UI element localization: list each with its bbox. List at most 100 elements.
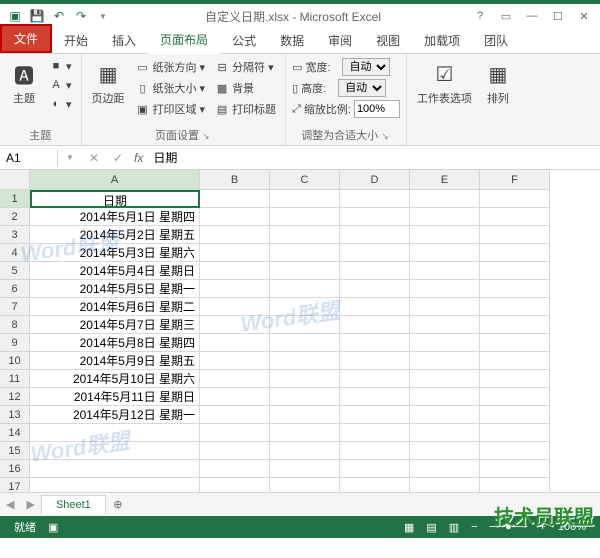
cell[interactable] [410, 298, 480, 316]
ribbon-options-icon[interactable]: ▭ [494, 6, 518, 26]
scale-launcher-icon[interactable]: ↘ [381, 131, 391, 141]
row-header[interactable]: 5 [0, 262, 30, 280]
scale-input[interactable] [354, 100, 400, 118]
macro-record-icon[interactable]: ▣ [42, 521, 64, 534]
row-header[interactable]: 6 [0, 280, 30, 298]
cell[interactable] [340, 406, 410, 424]
print-area-button[interactable]: ▣打印区域 ▾ [133, 100, 209, 118]
cell[interactable] [270, 280, 340, 298]
cell[interactable] [410, 442, 480, 460]
tab-formulas[interactable]: 公式 [220, 28, 268, 53]
row-header[interactable]: 2 [0, 208, 30, 226]
cell[interactable]: 2014年5月10日 星期六 [30, 370, 200, 388]
cell[interactable] [410, 244, 480, 262]
formula-input[interactable]: 日期 [147, 147, 600, 168]
cell[interactable]: 2014年5月2日 星期五 [30, 226, 200, 244]
maximize-icon[interactable]: ☐ [546, 6, 570, 26]
print-titles-button[interactable]: ▤打印标题 [212, 100, 279, 118]
qat-dropdown-icon[interactable]: ▼ [94, 7, 112, 25]
sheet-nav-next-icon[interactable]: ▶ [20, 498, 40, 511]
minimize-icon[interactable]: — [520, 6, 544, 26]
cell[interactable] [480, 460, 550, 478]
cell[interactable] [30, 424, 200, 442]
view-layout-icon[interactable]: ▤ [420, 521, 442, 534]
cell[interactable] [200, 280, 270, 298]
row-header[interactable]: 8 [0, 316, 30, 334]
tab-addins[interactable]: 加载项 [412, 28, 472, 53]
cell[interactable]: 2014年5月6日 星期二 [30, 298, 200, 316]
cell[interactable] [410, 388, 480, 406]
cell[interactable] [270, 208, 340, 226]
cell[interactable] [480, 262, 550, 280]
tab-file[interactable]: 文件 [0, 24, 52, 53]
cell[interactable] [270, 406, 340, 424]
cell[interactable]: 2014年5月11日 星期日 [30, 388, 200, 406]
cell[interactable] [270, 298, 340, 316]
cell[interactable] [200, 298, 270, 316]
row-header[interactable]: 3 [0, 226, 30, 244]
cell[interactable] [480, 280, 550, 298]
cell[interactable] [200, 406, 270, 424]
cell[interactable] [340, 388, 410, 406]
cell[interactable] [200, 424, 270, 442]
tab-home[interactable]: 开始 [52, 28, 100, 53]
cell[interactable] [200, 334, 270, 352]
view-pagebreak-icon[interactable]: ▥ [443, 521, 465, 534]
cell[interactable] [480, 244, 550, 262]
cell[interactable] [340, 244, 410, 262]
cell[interactable]: 2014年5月3日 星期六 [30, 244, 200, 262]
cell[interactable] [410, 316, 480, 334]
cell[interactable] [270, 370, 340, 388]
save-icon[interactable]: 💾 [28, 7, 46, 25]
cell[interactable] [270, 352, 340, 370]
enter-icon[interactable]: ✓ [106, 151, 130, 165]
cell[interactable] [30, 478, 200, 492]
cell[interactable] [340, 316, 410, 334]
cell[interactable] [410, 370, 480, 388]
breaks-button[interactable]: ⊟分隔符 ▾ [212, 58, 279, 76]
cell[interactable] [340, 478, 410, 492]
tab-data[interactable]: 数据 [268, 28, 316, 53]
cell[interactable] [480, 388, 550, 406]
cell[interactable] [30, 460, 200, 478]
cell[interactable] [340, 208, 410, 226]
column-header[interactable]: D [340, 170, 410, 190]
cell[interactable] [200, 208, 270, 226]
cell[interactable] [480, 190, 550, 208]
cell[interactable] [270, 244, 340, 262]
cell[interactable] [410, 190, 480, 208]
cell[interactable] [340, 442, 410, 460]
cell[interactable] [270, 388, 340, 406]
row-header[interactable]: 11 [0, 370, 30, 388]
spreadsheet-grid[interactable]: ABCDEF1日期22014年5月1日 星期四32014年5月2日 星期五420… [0, 170, 600, 492]
cell[interactable] [410, 460, 480, 478]
row-header[interactable]: 1 [0, 190, 30, 208]
cell[interactable] [270, 190, 340, 208]
undo-icon[interactable]: ↶ [50, 7, 68, 25]
cell[interactable] [340, 460, 410, 478]
row-header[interactable]: 17 [0, 478, 30, 492]
cell[interactable] [480, 406, 550, 424]
cell[interactable]: 2014年5月8日 星期四 [30, 334, 200, 352]
tab-page-layout[interactable]: 页面布局 [148, 27, 220, 54]
help-icon[interactable]: ? [468, 6, 492, 26]
cell[interactable]: 2014年5月5日 星期一 [30, 280, 200, 298]
cell[interactable] [200, 316, 270, 334]
row-header[interactable]: 10 [0, 352, 30, 370]
size-button[interactable]: ▯纸张大小 ▾ [133, 79, 209, 97]
cell[interactable] [340, 280, 410, 298]
cell[interactable] [410, 424, 480, 442]
column-header[interactable]: F [480, 170, 550, 190]
cell[interactable] [200, 460, 270, 478]
add-sheet-icon[interactable]: ⊕ [106, 498, 130, 511]
arrange-button[interactable]: ▦ 排列 [480, 58, 516, 108]
cell[interactable] [200, 388, 270, 406]
tab-team[interactable]: 团队 [472, 28, 520, 53]
view-normal-icon[interactable]: ▦ [398, 521, 420, 534]
cell[interactable]: 2014年5月4日 星期日 [30, 262, 200, 280]
cell[interactable] [410, 406, 480, 424]
cell[interactable] [200, 442, 270, 460]
cell[interactable] [270, 460, 340, 478]
cell[interactable] [410, 226, 480, 244]
cell[interactable] [340, 190, 410, 208]
